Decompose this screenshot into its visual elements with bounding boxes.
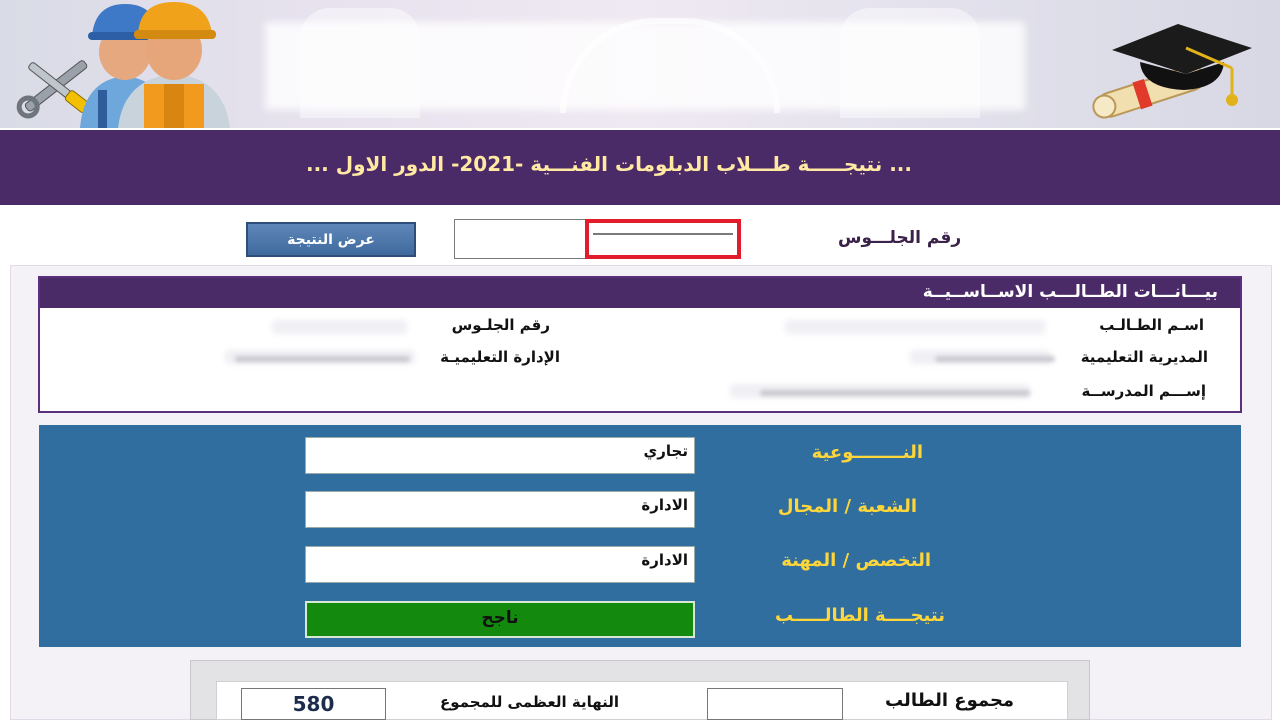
result-label: نتيجــــة الطالـــــب	[774, 605, 945, 626]
result-field: ناجح	[305, 601, 695, 638]
division-label: الشعبة / المجال	[777, 496, 917, 517]
student-total-value	[707, 688, 843, 720]
type-value: تجاري	[643, 442, 688, 460]
type-label: النــــــــوعية	[811, 442, 923, 463]
max-total-value: 580	[241, 688, 386, 720]
administration-label: الإدارة التعليميـة	[440, 348, 560, 366]
page: ... نتيجـــــة طـــلاب الدبلومات الفنـــ…	[0, 0, 1280, 720]
header-banner	[0, 0, 1280, 128]
worker-orange-icon	[118, 2, 230, 128]
specialization-label: التخصص / المهنة	[781, 550, 931, 571]
student-name-value	[785, 320, 1045, 334]
student-name-label: اسـم الطـالـب	[1099, 316, 1204, 334]
seat-number-data-label: رقم الجلـوس	[451, 316, 550, 334]
student-total-label: مجموع الطالب	[885, 690, 1015, 711]
specialization-value: الادارة	[641, 551, 688, 569]
show-result-button[interactable]: عرض النتيجة	[246, 222, 416, 257]
page-title: ... نتيجـــــة طـــلاب الدبلومات الفنـــ…	[305, 152, 912, 176]
division-value: الادارة	[641, 496, 688, 514]
basic-data-header: بيـــانـــات الطــالـــب الاســاســيــة	[40, 278, 1240, 308]
graduation-cap-icon	[1092, 24, 1252, 119]
seat-number-redacted	[593, 233, 733, 243]
title-bar: ... نتيجـــــة طـــلاب الدبلومات الفنـــ…	[0, 130, 1280, 205]
seat-number-highlight[interactable]	[585, 219, 741, 259]
max-total-label: النهاية العظمى للمجموع	[440, 693, 620, 711]
specialization-field: الادارة	[305, 546, 695, 583]
result-value: ناجح	[481, 608, 519, 628]
seat-number-data-value	[272, 320, 407, 334]
student-details: النــــــــوعية تجاري الشعبة / المجال ال…	[39, 425, 1241, 647]
seat-number-label: رقم الجلـــوس	[838, 228, 962, 248]
basic-data-title: بيـــانـــات الطــالـــب الاســاســيــة	[922, 282, 1218, 302]
school-label: إســـم المدرســة	[1081, 382, 1207, 400]
student-basic-data: بيـــانـــات الطــالـــب الاســاســيــة …	[38, 276, 1242, 413]
division-field: الادارة	[305, 491, 695, 528]
type-field: تجاري	[305, 437, 695, 474]
directorate-label: المديرية التعليمية	[1080, 348, 1208, 366]
